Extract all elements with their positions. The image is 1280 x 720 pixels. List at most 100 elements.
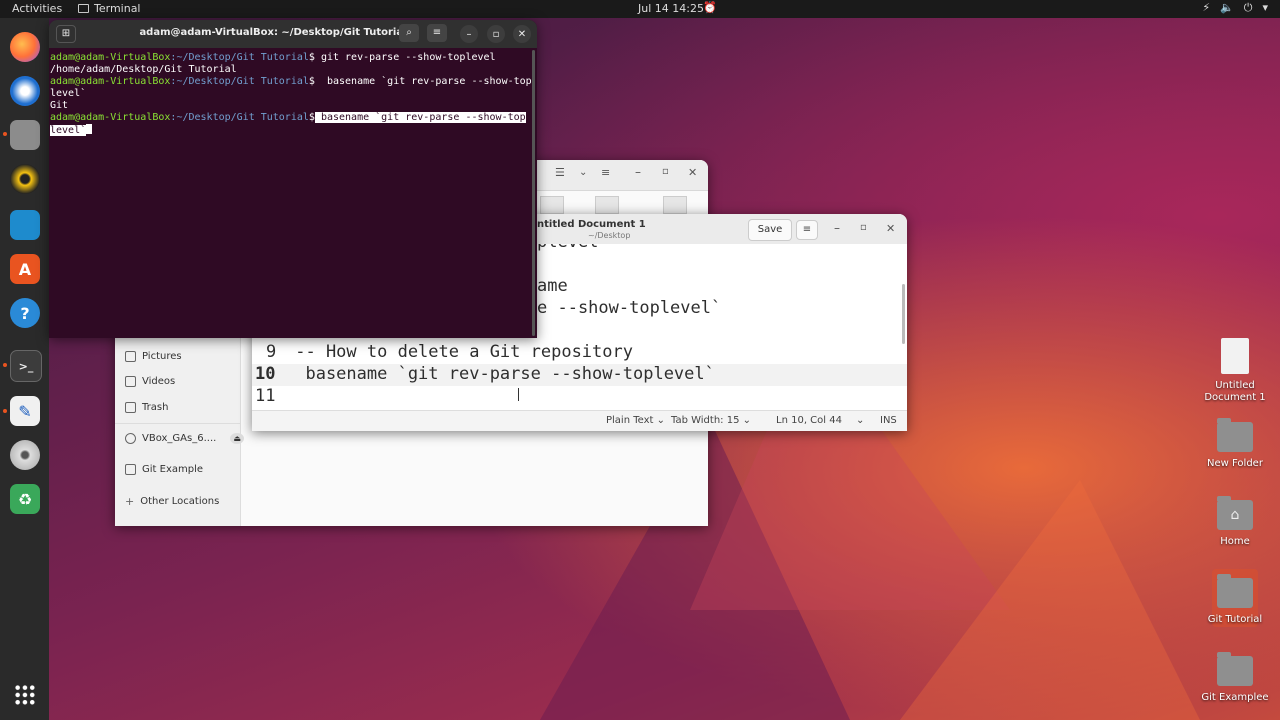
menu-icon[interactable]: ≡ bbox=[427, 24, 447, 42]
tab-width-selector[interactable]: Tab Width: 15 ⌄ bbox=[671, 415, 751, 426]
close-icon[interactable]: ✕ bbox=[886, 222, 895, 235]
writer-icon[interactable] bbox=[10, 210, 40, 240]
sidebar-item-videos[interactable]: Videos bbox=[125, 376, 175, 387]
sidebar-divider bbox=[115, 423, 240, 424]
help-icon[interactable]: ? bbox=[10, 298, 40, 328]
command: git rev-parse --show-toplevel bbox=[314, 52, 496, 63]
desktop-icon-label: Git Examplee bbox=[1201, 692, 1269, 703]
top-bar: Activities Terminal Jul 14 14:25 ⏰ ⚡ 🔈 ⏻… bbox=[0, 0, 1280, 18]
sidebar-item-other-locations[interactable]: + Other Locations bbox=[125, 495, 219, 508]
desktop-icon-new-folder[interactable]: New Folder bbox=[1200, 418, 1270, 470]
power-icon: ⏻ bbox=[1243, 1, 1253, 14]
file-item-icon[interactable] bbox=[540, 196, 564, 214]
folder-icon bbox=[1217, 574, 1253, 608]
clock[interactable]: Jul 14 14:25 bbox=[638, 2, 704, 15]
terminal-window[interactable]: ⊞ adam@adam-VirtualBox: ~/Desktop/Git Tu… bbox=[49, 20, 537, 338]
prompt-user: adam@adam-VirtualBox bbox=[50, 52, 171, 63]
close-icon[interactable]: ✕ bbox=[688, 166, 697, 179]
sidebar-item-pictures[interactable]: Pictures bbox=[125, 351, 182, 362]
save-button[interactable]: Save bbox=[748, 219, 792, 241]
app-menu-label: Terminal bbox=[94, 2, 141, 15]
text-cursor-icon bbox=[518, 388, 519, 401]
chevron-down-icon[interactable]: ⌄ bbox=[579, 167, 587, 178]
terminal-header: ⊞ adam@adam-VirtualBox: ~/Desktop/Git Tu… bbox=[49, 20, 537, 48]
sidebar-item-label: VBox_GAs_6.... bbox=[142, 433, 217, 444]
cursor bbox=[86, 124, 93, 134]
minimize-icon[interactable]: – bbox=[460, 25, 478, 43]
system-tray[interactable]: ⚡ 🔈 ⏻ ▾ bbox=[1202, 1, 1268, 15]
sidebar-item-git-example[interactable]: Git Example bbox=[125, 464, 203, 475]
cursor-position: Ln 10, Col 44 bbox=[776, 415, 842, 426]
folder-icon bbox=[125, 464, 136, 475]
cursor-position-selector[interactable]: Ln 10, Col 44 ⌄ bbox=[776, 415, 864, 426]
thunderbird-icon[interactable] bbox=[10, 76, 40, 106]
prompt-path: :~/Desktop/Git Tutorial bbox=[170, 76, 309, 87]
sidebar-item-label: Videos bbox=[142, 376, 176, 387]
sidebar-item-vbox[interactable]: VBox_GAs_6.... ⏏ bbox=[125, 433, 244, 444]
file-item-icon[interactable] bbox=[663, 196, 687, 214]
app-menu[interactable]: Terminal bbox=[78, 2, 141, 15]
minimize-icon[interactable]: – bbox=[635, 165, 641, 179]
prompt-user: adam@adam-VirtualBox bbox=[50, 112, 171, 123]
desktop-icon-label: Home bbox=[1220, 536, 1250, 547]
app-grid-icon[interactable] bbox=[14, 684, 36, 706]
activities-button[interactable]: Activities bbox=[12, 2, 62, 15]
insert-mode[interactable]: INS bbox=[880, 415, 897, 426]
sidebar-item-trash[interactable]: Trash bbox=[125, 402, 168, 413]
desktop-icon-label: Untitled Document 1 bbox=[1204, 380, 1266, 403]
desktop-icon-untitled-document[interactable]: Untitled Document 1 bbox=[1200, 338, 1270, 404]
text-line: e --show-toplevel` bbox=[537, 298, 722, 318]
desktop-icon-label: New Folder bbox=[1207, 458, 1263, 469]
trash-dock-icon[interactable]: ♻ bbox=[10, 484, 40, 514]
volume-icon: 🔈 bbox=[1220, 1, 1234, 14]
maximize-icon[interactable]: ▫ bbox=[487, 25, 505, 43]
prompt-path: :~/Desktop/Git Tutorial bbox=[170, 112, 309, 123]
command: basename `git rev-parse --show-top bbox=[314, 76, 532, 87]
syntax-selector[interactable]: Plain Text ⌄ bbox=[606, 415, 665, 426]
terminal-dock-icon[interactable]: >_ bbox=[10, 350, 42, 382]
alarm-icon: ⏰ bbox=[703, 1, 717, 14]
running-indicator bbox=[3, 363, 7, 367]
videos-icon bbox=[125, 376, 136, 387]
network-icon: ⚡ bbox=[1202, 1, 1211, 14]
maximize-icon[interactable]: ▫ bbox=[662, 166, 669, 177]
desktop-icon-git-examplee[interactable]: Git Examplee bbox=[1200, 652, 1270, 704]
disc-icon[interactable] bbox=[10, 440, 40, 470]
tab-width-label: Tab Width: 15 bbox=[671, 415, 740, 426]
chevron-down-icon: ⌄ bbox=[656, 415, 666, 426]
scrollbar[interactable] bbox=[902, 284, 905, 344]
search-icon[interactable]: ⌕ bbox=[399, 24, 419, 42]
text-line: plevel` bbox=[537, 244, 609, 252]
text-editor-icon[interactable]: ✎ bbox=[10, 396, 40, 426]
list-view-icon[interactable]: ☰ bbox=[555, 166, 565, 179]
chevron-down-icon: ⌄ bbox=[742, 415, 752, 426]
eject-icon[interactable]: ⏏ bbox=[230, 433, 244, 444]
running-indicator bbox=[3, 132, 7, 136]
minimize-icon[interactable]: – bbox=[834, 221, 840, 235]
chevron-down-icon: ⌄ bbox=[855, 415, 865, 426]
terminal-line: /home/adam/Desktop/Git Tutorial bbox=[50, 64, 237, 75]
maximize-icon[interactable]: ▫ bbox=[860, 222, 867, 233]
document-path: ~/Desktop bbox=[588, 231, 631, 240]
home-icon: ⌂ bbox=[1217, 496, 1253, 530]
terminal-line: level` bbox=[50, 88, 87, 99]
close-icon[interactable]: ✕ bbox=[513, 25, 531, 43]
sidebar-item-label: Git Example bbox=[142, 464, 204, 475]
text-line: -- How to delete a Git repository bbox=[285, 342, 633, 362]
rhythmbox-icon[interactable] bbox=[10, 164, 40, 194]
files-icon[interactable] bbox=[10, 120, 40, 150]
desktop-icon-label: Git Tutorial bbox=[1207, 614, 1263, 625]
menu-icon[interactable]: ≡ bbox=[796, 220, 818, 240]
file-item-icon[interactable] bbox=[595, 196, 619, 214]
software-icon[interactable]: A bbox=[10, 254, 40, 284]
terminal-output[interactable]: adam@adam-VirtualBox:~/Desktop/Git Tutor… bbox=[50, 50, 532, 338]
desktop-icon-git-tutorial[interactable]: Git Tutorial bbox=[1200, 569, 1270, 627]
editor-status-bar: Plain Text ⌄ Tab Width: 15 ⌄ Ln 10, Col … bbox=[252, 410, 907, 431]
pictures-icon bbox=[125, 351, 136, 362]
desktop-icon-home[interactable]: ⌂ Home bbox=[1200, 496, 1270, 548]
selected-command: basename `git rev-parse --show-top bbox=[314, 112, 526, 123]
selected-command: level` bbox=[50, 125, 87, 136]
scrollbar[interactable] bbox=[532, 50, 535, 336]
menu-icon[interactable]: ≡ bbox=[601, 166, 610, 179]
firefox-icon[interactable] bbox=[10, 32, 40, 62]
